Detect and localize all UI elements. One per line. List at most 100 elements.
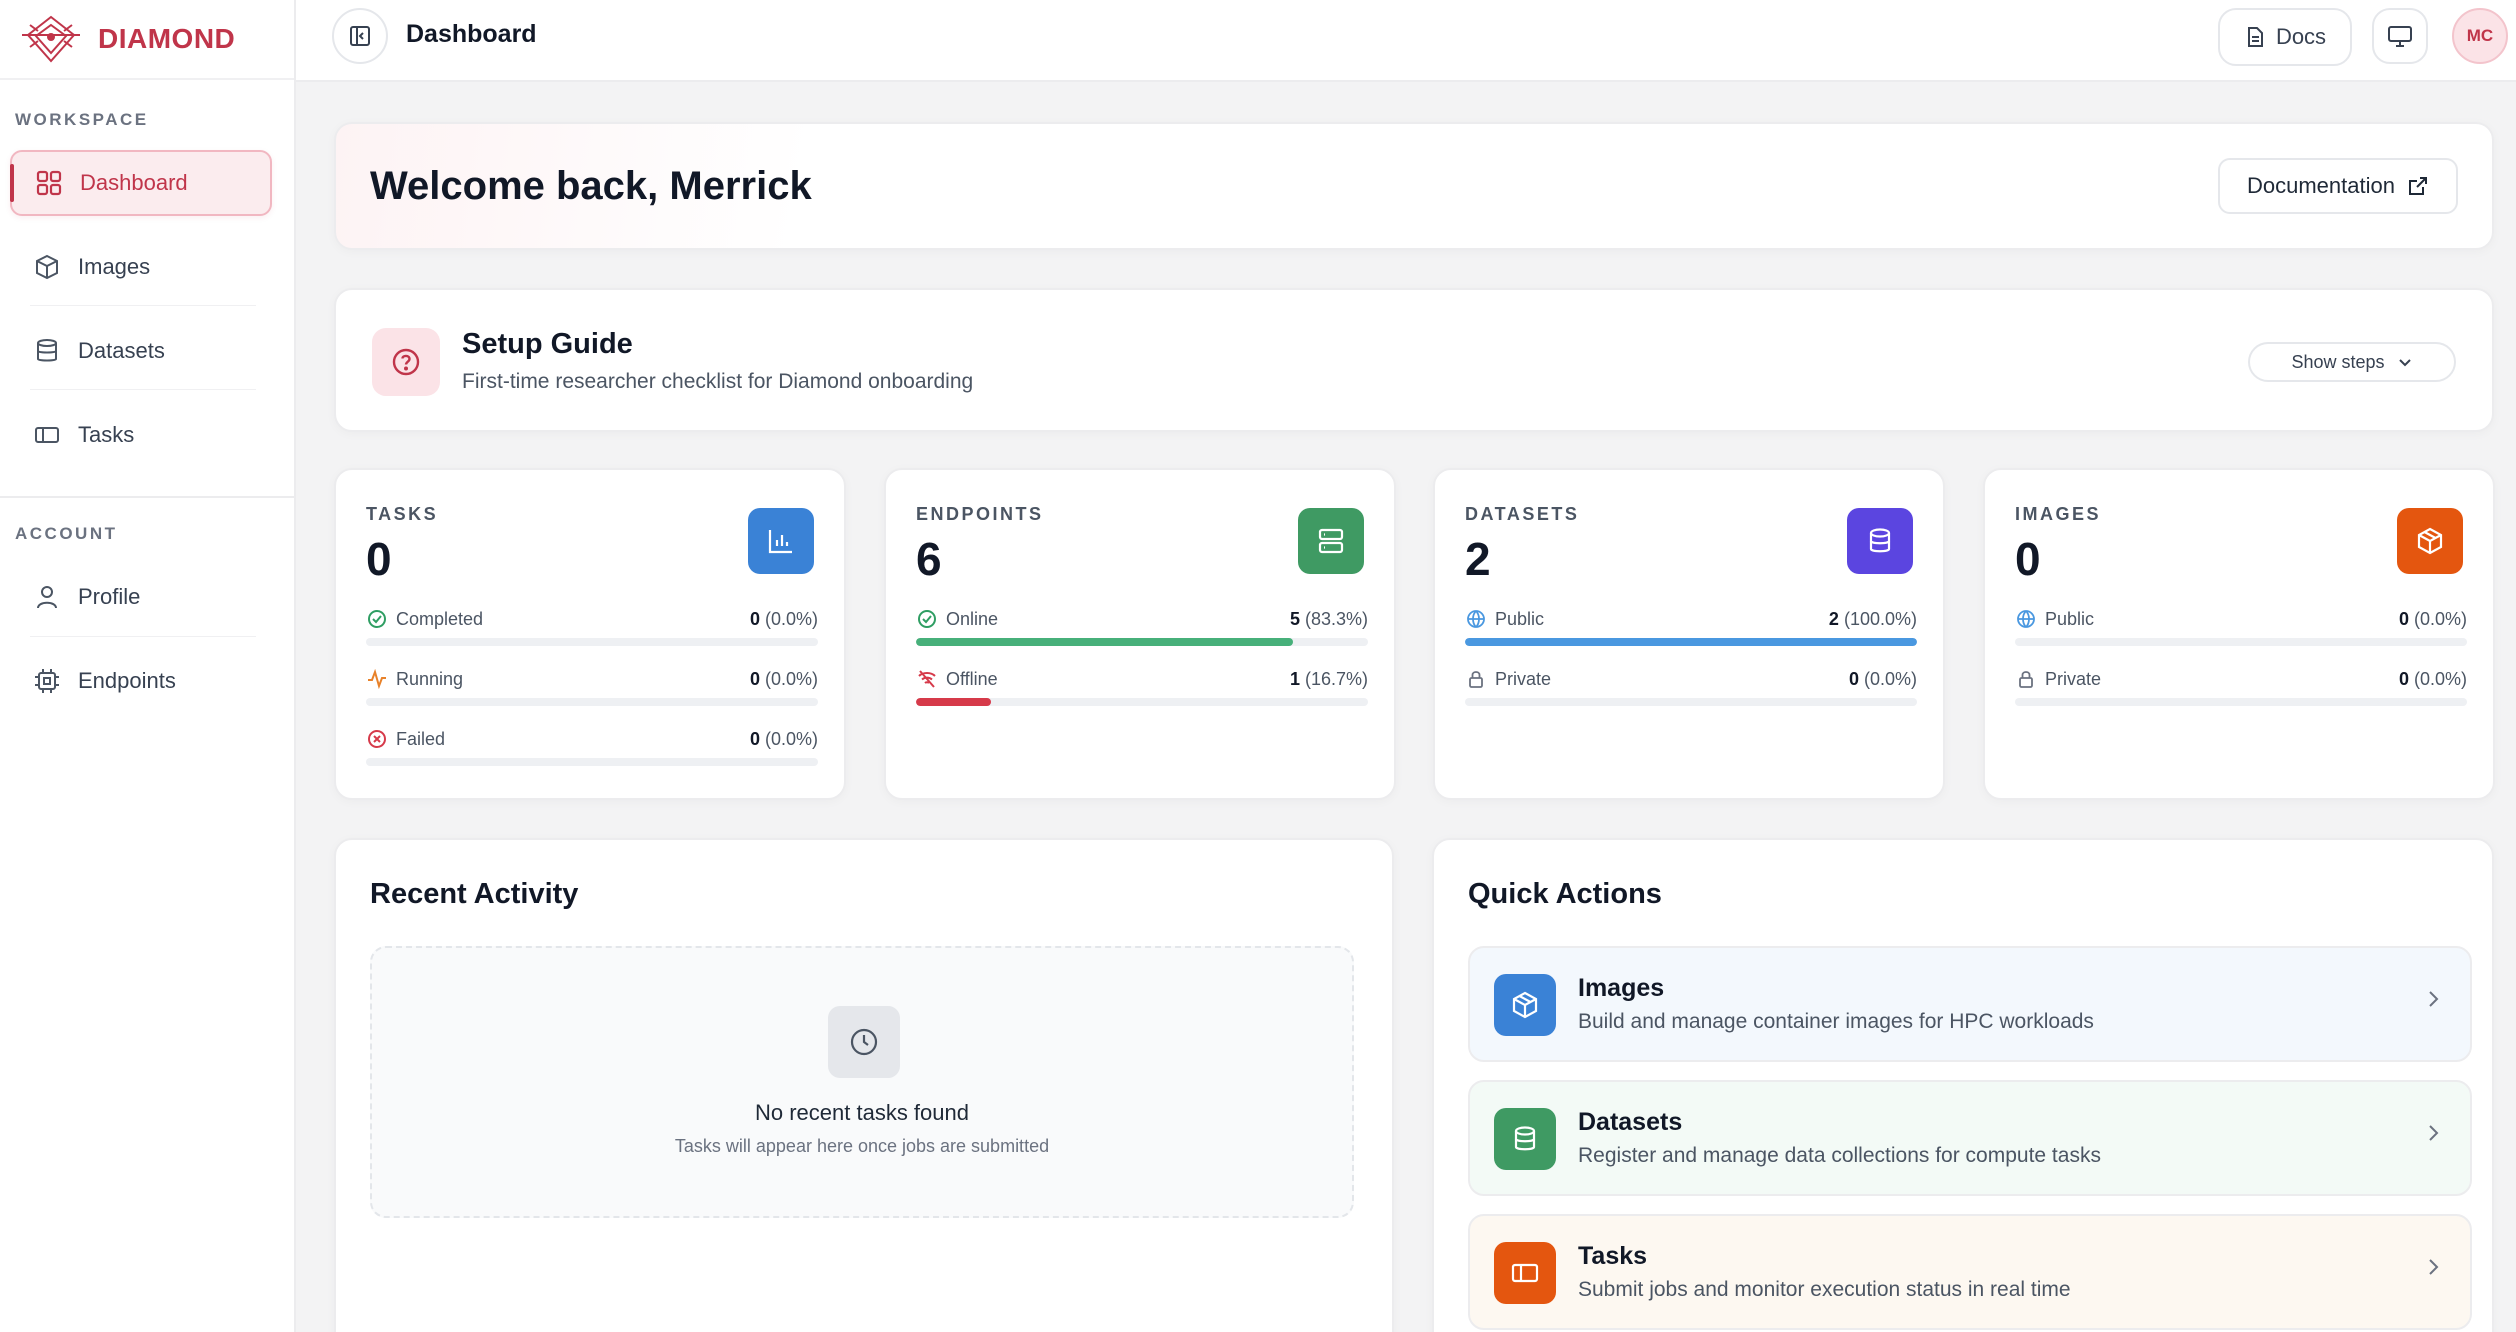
stat-row-offline: Offline 1 (16.7%)	[916, 668, 1368, 708]
row-pct: (83.3%)	[1304, 609, 1368, 629]
stat-row-private: Private 0 (0.0%)	[2015, 668, 2467, 708]
row-count: 0	[2398, 609, 2409, 629]
box-icon	[1494, 974, 1556, 1036]
display-button[interactable]	[2372, 8, 2428, 64]
clock-icon	[828, 1006, 900, 1078]
database-icon	[1494, 1108, 1556, 1170]
row-label: Online	[946, 608, 999, 629]
wifi-off-icon	[916, 668, 938, 690]
row-count: 0	[749, 609, 760, 629]
row-count: 2	[1828, 609, 1839, 629]
topbar: Dashboard Docs MC	[296, 0, 2516, 82]
row-label: Running	[396, 668, 464, 689]
documentation-button[interactable]: Documentation	[2218, 158, 2458, 214]
quick-actions-card: Quick Actions Images Build and manage co…	[1432, 838, 2494, 1332]
stat-value: 6	[916, 533, 942, 585]
stat-label: IMAGES	[2015, 504, 2102, 524]
progress-bar	[2015, 698, 2467, 706]
empty-state-title: No recent tasks found	[754, 1100, 969, 1125]
row-pct: (0.0%)	[764, 729, 818, 749]
sidebar-toggle-button[interactable]	[332, 8, 388, 64]
stat-row-public: Public 2 (100.0%)	[1465, 608, 1917, 648]
row-label: Failed	[396, 728, 446, 749]
workspace-section-label: WORKSPACE	[15, 110, 149, 129]
setup-guide-title: Setup Guide	[462, 328, 633, 360]
show-steps-label: Show steps	[2291, 351, 2385, 372]
quick-action-title: Images	[1578, 974, 1665, 1002]
welcome-title: Welcome back, Merrick	[370, 164, 812, 208]
panel-icon	[32, 420, 62, 450]
progress-bar	[2015, 638, 2467, 646]
sidebar-item-profile[interactable]: Profile	[10, 564, 272, 630]
stat-label: TASKS	[366, 504, 439, 524]
setup-guide-card: Setup Guide First-time researcher checkl…	[334, 288, 2494, 432]
stat-row-failed: Failed 0 (0.0%)	[366, 728, 818, 768]
sidebar-section-divider	[0, 496, 294, 498]
quick-action-images[interactable]: Images Build and manage container images…	[1468, 946, 2472, 1062]
sidebar-item-label: Dashboard	[80, 170, 188, 195]
sidebar-item-endpoints[interactable]: Endpoints	[10, 648, 272, 714]
row-pct: (100.0%)	[1843, 609, 1917, 629]
quick-action-title: Tasks	[1578, 1242, 1648, 1270]
page-title: Dashboard	[406, 20, 537, 48]
recent-activity-card: Recent Activity No recent tasks found Ta…	[334, 838, 1394, 1332]
nav-divider	[30, 636, 256, 637]
sidebar-item-images[interactable]: Images	[10, 234, 272, 300]
row-label: Private	[2045, 668, 2102, 689]
stat-value: 0	[2015, 533, 2041, 585]
box-icon	[2397, 508, 2463, 574]
file-text-icon	[2244, 26, 2266, 48]
tasks-stat-card[interactable]: TASKS 0 Completed 0 (0.0%) Running 0 (0.…	[334, 468, 846, 800]
docs-button[interactable]: Docs	[2218, 8, 2352, 66]
box-icon	[32, 252, 62, 282]
sidebar-item-label: Tasks	[78, 422, 135, 447]
brand-name: DIAMOND	[98, 23, 236, 54]
lock-icon	[2015, 668, 2037, 690]
sidebar-item-dashboard[interactable]: Dashboard	[10, 150, 272, 216]
progress-bar	[916, 698, 1368, 706]
lock-icon	[1465, 668, 1487, 690]
row-count: 0	[749, 729, 760, 749]
chevron-right-icon	[2422, 1122, 2444, 1144]
datasets-stat-card[interactable]: DATASETS 2 Public 2 (100.0%) Private 0 (…	[1433, 468, 1945, 800]
images-stat-card[interactable]: IMAGES 0 Public 0 (0.0%) Private 0 (0.0%…	[1983, 468, 2495, 800]
progress-bar	[366, 638, 818, 646]
panel-left-icon	[350, 26, 370, 46]
server-icon	[1298, 508, 1364, 574]
globe-icon	[2015, 608, 2037, 630]
sidebar-item-tasks[interactable]: Tasks	[10, 402, 272, 468]
chevron-right-icon	[2422, 988, 2444, 1010]
progress-bar	[916, 638, 1368, 646]
sidebar-item-label: Images	[78, 254, 151, 279]
check-circle-icon	[916, 608, 938, 630]
sidebar-item-label: Datasets	[78, 338, 165, 363]
row-count: 1	[1289, 669, 1300, 689]
quick-action-tasks[interactable]: Tasks Submit jobs and monitor execution …	[1468, 1214, 2472, 1330]
sidebar-item-datasets[interactable]: Datasets	[10, 318, 272, 384]
globe-icon	[1465, 608, 1487, 630]
row-pct: (0.0%)	[764, 669, 818, 689]
show-steps-button[interactable]: Show steps	[2248, 342, 2456, 382]
quick-action-datasets[interactable]: Datasets Register and manage data collec…	[1468, 1080, 2472, 1196]
brand[interactable]: DIAMOND	[0, 0, 294, 80]
row-label: Public	[1495, 608, 1545, 629]
row-count: 0	[1848, 669, 1859, 689]
endpoints-stat-card[interactable]: ENDPOINTS 6 Online 5 (83.3%) Offline 1 (…	[884, 468, 1396, 800]
sidebar-item-label: Profile	[78, 584, 141, 609]
progress-bar	[1465, 638, 1917, 646]
progress-fill	[1465, 638, 1917, 646]
stat-value: 2	[1465, 533, 1491, 585]
setup-guide-subtitle: First-time researcher checklist for Diam…	[462, 370, 974, 393]
panel-icon	[1494, 1242, 1556, 1304]
row-pct: (0.0%)	[2413, 609, 2467, 629]
avatar[interactable]: MC	[2452, 8, 2508, 64]
stat-label: ENDPOINTS	[916, 504, 1044, 524]
stat-row-online: Online 5 (83.3%)	[916, 608, 1368, 648]
nav-divider	[30, 389, 256, 390]
empty-state: No recent tasks found Tasks will appear …	[370, 946, 1354, 1218]
nav-divider	[30, 305, 256, 306]
help-circle-icon	[372, 328, 440, 396]
progress-bar	[366, 698, 818, 706]
row-label: Public	[2045, 608, 2095, 629]
row-label: Offline	[946, 668, 998, 689]
